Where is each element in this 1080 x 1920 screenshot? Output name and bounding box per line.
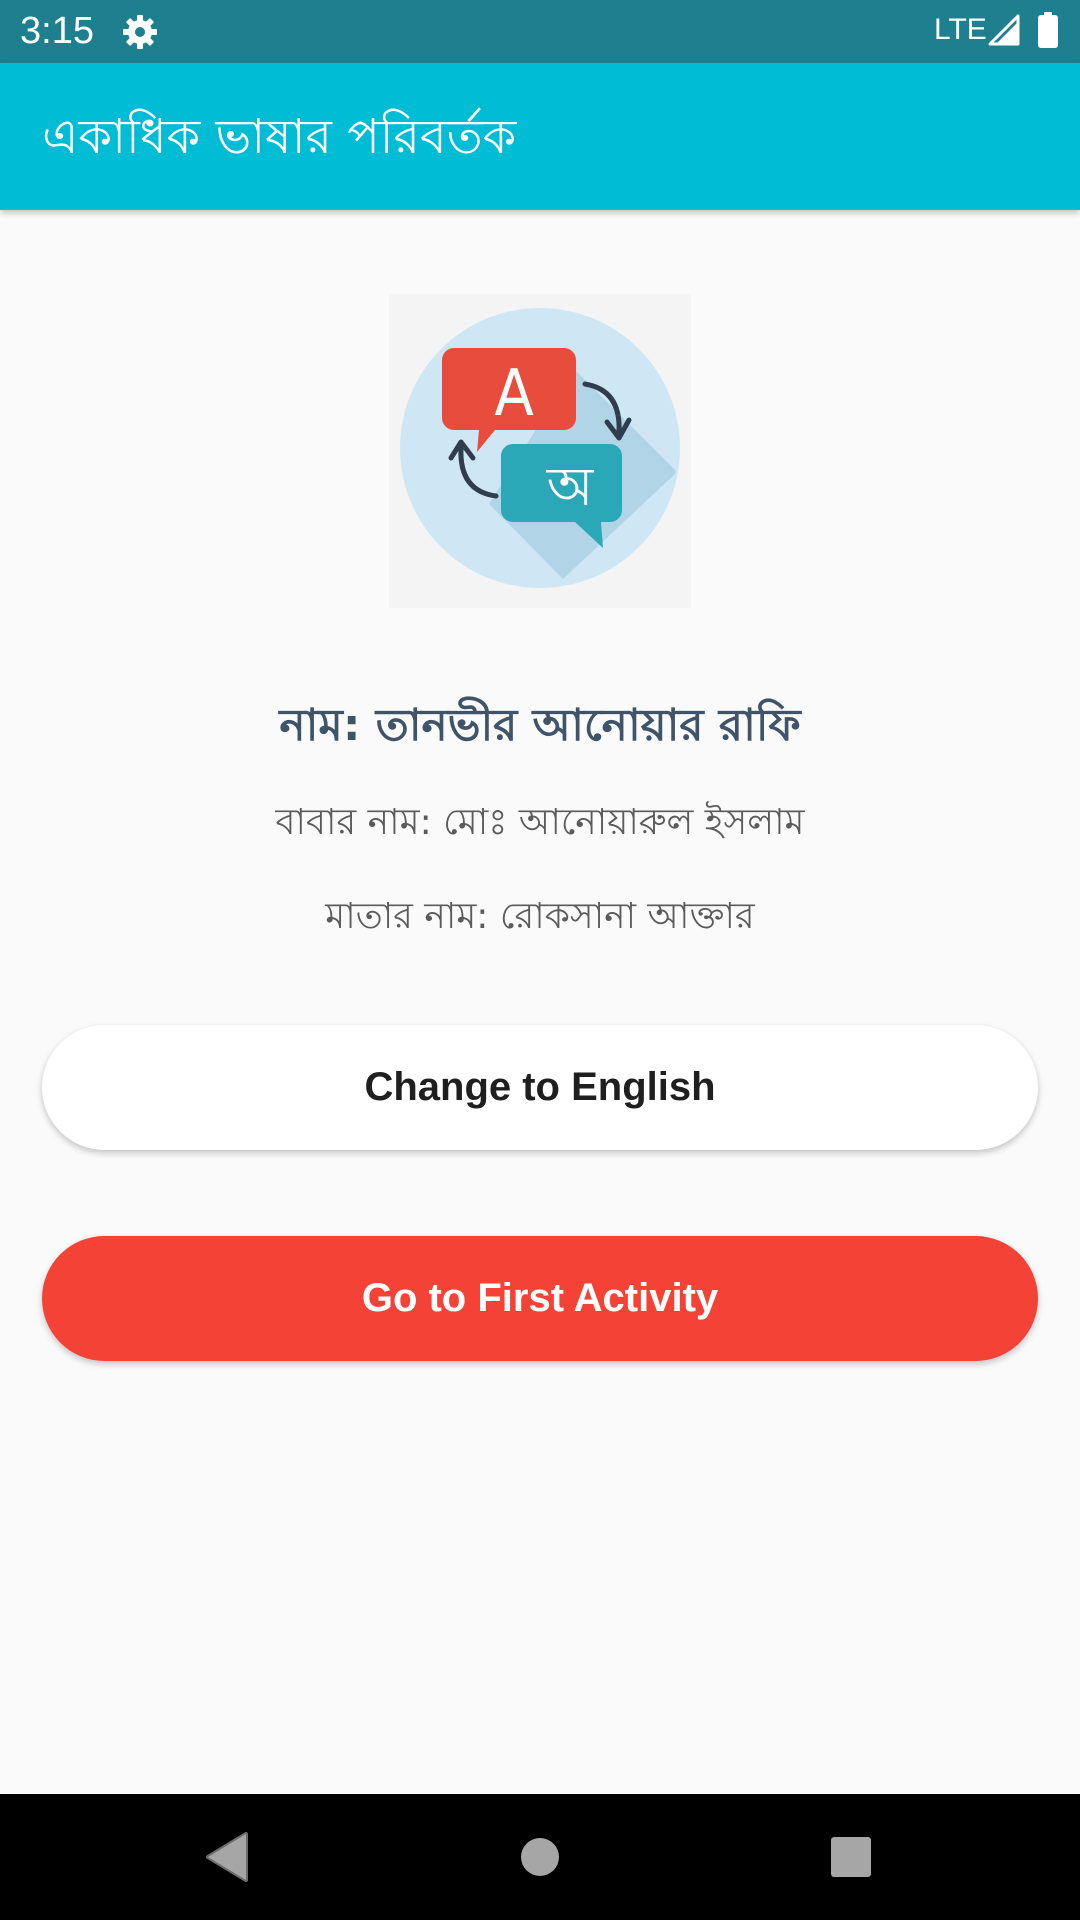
recents-icon[interactable]	[811, 1817, 891, 1897]
letter-bn: অ	[546, 455, 595, 518]
network-type: LTE	[934, 13, 987, 46]
app-bar: একাধিক ভাষার পরিবর্তক	[0, 63, 1080, 210]
translate-icon: A অ	[389, 294, 691, 608]
navigation-bar	[0, 1794, 1080, 1920]
back-icon[interactable]	[188, 1817, 268, 1897]
gear-icon	[120, 12, 160, 52]
change-to-english-button[interactable]: Change to English	[42, 1025, 1038, 1150]
go-to-first-activity-button[interactable]: Go to First Activity	[42, 1236, 1038, 1361]
father-name: বাবার নাম: মোঃ আনোয়ারুল ইসলাম	[275, 802, 805, 843]
letter-a: A	[494, 357, 533, 431]
signal-icon	[988, 14, 1020, 46]
home-icon[interactable]	[500, 1817, 580, 1897]
status-bar: 3:15 LTE	[0, 0, 1080, 63]
profile-name: নাম: তানভীর আনোয়ার রাফি	[279, 700, 801, 751]
battery-icon	[1037, 12, 1059, 48]
status-time: 3:15	[20, 10, 94, 52]
mother-name: মাতার নাম: রোকসানা আক্তার	[325, 896, 755, 937]
app-title: একাধিক ভাষার পরিবর্তক	[42, 109, 517, 165]
